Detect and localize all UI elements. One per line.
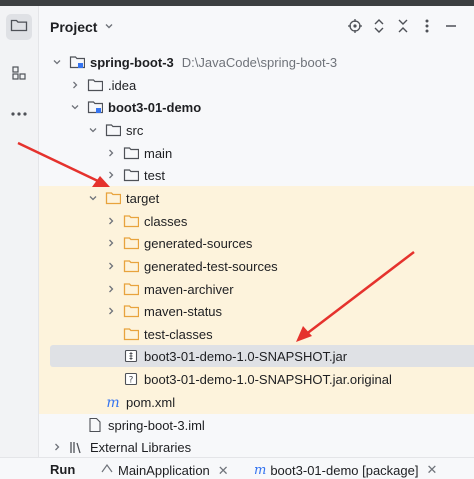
tree-row-src[interactable]: src <box>39 119 474 141</box>
folder-icon <box>10 17 28 38</box>
close-icon[interactable]: ✕ <box>218 463 229 479</box>
chevron-down-icon[interactable] <box>50 55 64 69</box>
chevron-right-icon[interactable] <box>104 304 118 318</box>
tree-row-idea[interactable]: . idea <box>39 74 474 96</box>
chevron-right-icon[interactable] <box>104 259 118 273</box>
tree-row-external-libraries[interactable]: External Libraries <box>39 436 474 457</box>
tree-label-maven-archiver: maven-archiver <box>144 281 234 297</box>
tree-label-classes: classes <box>144 213 188 229</box>
tree-label-external-libraries: External Libraries <box>90 439 192 455</box>
excluded-folder-icon <box>123 326 139 342</box>
run-tool-bar: Run MainApplication ✕ m boot3-01-demo [p… <box>0 457 474 478</box>
tree-label-maven-status: maven-status <box>144 303 223 319</box>
tree-row-root[interactable]: spring-boot-3 D:\JavaCode\spring-boot-3 <box>39 51 474 73</box>
tree-row-iml[interactable]: spring-boot-3.iml <box>39 414 474 436</box>
excluded-folder-icon <box>123 281 139 297</box>
chevron-right-icon[interactable] <box>104 236 118 250</box>
tree-row-jar[interactable]: boot3-01-demo-1.0-SNAPSHOT.jar <box>50 345 474 367</box>
tree-label-generated-test-sources: generated-test-sources <box>144 258 278 274</box>
tree-row-classes[interactable]: classes <box>39 210 474 232</box>
maven-icon: m <box>105 394 121 410</box>
chevron-right-icon[interactable] <box>104 146 118 160</box>
svg-text:m: m <box>106 395 119 410</box>
excluded-folder-icon <box>123 258 139 274</box>
folder-icon <box>123 145 139 161</box>
folder-icon <box>105 122 121 138</box>
run-tab-label: MainApplication <box>118 463 210 478</box>
folder-icon <box>123 167 139 183</box>
tree-row-maven-archiver[interactable]: maven-archiver <box>39 278 474 300</box>
tree-row-test-classes[interactable]: test-classes <box>39 323 474 345</box>
more-tools-button[interactable] <box>6 100 32 126</box>
chevron-right-icon[interactable] <box>104 214 118 228</box>
tree-row-target[interactable]: target <box>39 187 474 209</box>
chevron-right-icon[interactable] <box>68 78 82 92</box>
tree-row-maven-status[interactable]: maven-status <box>39 300 474 322</box>
chevron-down-icon[interactable] <box>86 191 100 205</box>
jar-archive-icon <box>123 348 139 364</box>
tree-label-test: test <box>144 167 165 183</box>
tree-root-path: D:\JavaCode\spring-boot-3 <box>181 54 338 70</box>
close-icon[interactable]: ✕ <box>426 462 437 478</box>
tree-row-module[interactable]: boot3-01-demo <box>39 96 474 118</box>
tree-row-generated-sources[interactable]: generated-sources <box>39 232 474 254</box>
chevron-right-icon[interactable] <box>104 168 118 182</box>
run-tab-main-application[interactable]: MainApplication ✕ <box>100 462 229 479</box>
chevron-down-icon[interactable] <box>86 123 100 137</box>
library-icon <box>69 439 85 455</box>
tree-label-target: target <box>126 190 160 206</box>
svg-text:?: ? <box>129 376 134 386</box>
tree-label-src: src <box>126 122 144 138</box>
run-tab-package[interactable]: m boot3-01-demo [package] ✕ <box>254 462 437 478</box>
structure-icon <box>11 65 27 86</box>
tree-label-module: boot3-01-demo <box>108 99 202 115</box>
tree-row-test[interactable]: test <box>39 164 474 186</box>
unknown-file-icon: ? <box>123 371 139 387</box>
maven-icon: m <box>254 462 267 478</box>
project-tool-button[interactable] <box>6 14 32 40</box>
excluded-folder-icon <box>123 303 139 319</box>
tree-row-jar-original[interactable]: ? boot3-01-demo-1.0-SNAPSHOT.jar.origina… <box>39 368 474 390</box>
project-tree: spring-boot-3 D:\JavaCode\spring-boot-3 … <box>39 6 474 457</box>
tree-row-pom[interactable]: m pom.xml <box>39 391 474 413</box>
tree-label-root: spring-boot-3 <box>90 54 174 70</box>
excluded-folder-icon <box>123 213 139 229</box>
tree-label-main: main <box>144 145 173 161</box>
run-label[interactable]: Run <box>50 462 75 477</box>
tree-label-jar: boot3-01-demo-1.0-SNAPSHOT.jar <box>144 348 348 364</box>
excluded-folder-icon <box>123 235 139 251</box>
more-icon <box>10 104 28 122</box>
module-folder-icon <box>87 99 103 115</box>
tree-row-main[interactable]: main <box>39 142 474 164</box>
chevron-right-icon[interactable] <box>104 282 118 296</box>
excluded-folder-icon <box>105 190 121 206</box>
tree-label-pom: pom.xml <box>126 394 176 410</box>
tool-window-stripe <box>0 6 39 457</box>
app-icon <box>100 462 114 479</box>
structure-tool-button[interactable] <box>6 62 32 88</box>
tree-label-jar-original: boot3-01-demo-1.0-SNAPSHOT.jar.original <box>144 371 392 387</box>
tree-label-idea: idea <box>111 77 137 93</box>
run-tab-label: boot3-01-demo [package] <box>270 462 419 478</box>
tree-row-generated-test-sources[interactable]: generated-test-sources <box>39 255 474 277</box>
module-folder-icon <box>69 54 85 70</box>
folder-icon <box>87 77 103 93</box>
tree-label-generated-sources: generated-sources <box>144 235 253 251</box>
tree-label-test-classes: test-classes <box>144 326 213 342</box>
chevron-right-icon[interactable] <box>50 440 64 454</box>
tree-label-iml: spring-boot-3.iml <box>108 417 205 433</box>
file-icon <box>87 417 103 433</box>
chevron-down-icon[interactable] <box>68 100 82 114</box>
